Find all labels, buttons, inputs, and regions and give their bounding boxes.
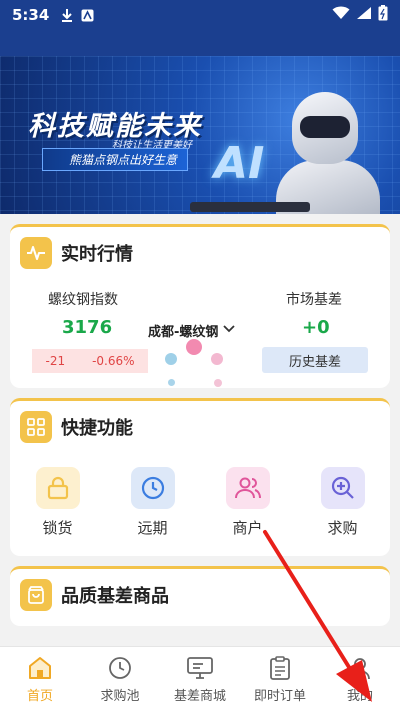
battery-icon	[378, 5, 388, 25]
change-pct: -0.66%	[92, 354, 135, 368]
download-icon	[61, 8, 73, 22]
bottom-tab-bar: 首页 求购池 基差商城 即时订单 我的	[0, 646, 400, 710]
shopping-bag-icon	[20, 579, 52, 611]
tab-label: 基差商城	[173, 689, 226, 704]
users-icon	[225, 467, 270, 509]
wifi-icon	[332, 6, 350, 24]
index-change: -21 -0.66%	[32, 349, 148, 373]
user-icon	[348, 655, 372, 681]
loading-dot	[214, 379, 222, 387]
clock-icon	[130, 467, 175, 509]
loading-dot	[186, 339, 202, 355]
app-notification-icon	[81, 9, 94, 22]
quality-title: 品质基差商品	[61, 586, 169, 607]
basis-value: +0	[302, 317, 330, 338]
tab-purchase-pool[interactable]: 求购池	[80, 647, 160, 710]
quick-item-merchants[interactable]: 商户	[200, 467, 295, 538]
index-value: 3176	[62, 317, 113, 338]
loading-dot	[165, 353, 177, 365]
quick-item-forward[interactable]: 远期	[105, 467, 200, 538]
clipboard-icon	[269, 655, 291, 681]
basis-label: 市场基差	[286, 292, 342, 308]
quick-item-lock[interactable]: 锁货	[10, 467, 105, 538]
market-card: 实时行情 螺纹钢指数 3176 -21 -0.66% 成都-螺纹钢 市场基差 +…	[10, 224, 390, 388]
quick-item-label: 商户	[232, 519, 263, 537]
quality-basis-card[interactable]: 品质基差商品	[10, 566, 390, 626]
lock-icon	[35, 467, 80, 509]
tab-instant-orders[interactable]: 即时订单	[240, 647, 320, 710]
search-plus-icon	[320, 467, 365, 509]
home-icon	[28, 655, 52, 681]
tab-label: 首页	[26, 689, 53, 704]
clock-icon	[108, 655, 132, 681]
index-label: 螺纹钢指数	[48, 292, 118, 308]
history-basis-button[interactable]: 历史基差	[262, 347, 368, 373]
tab-basis-mall[interactable]: 基差商城	[160, 647, 240, 710]
market-title: 实时行情	[61, 244, 133, 265]
city-selector[interactable]: 成都-螺纹钢	[148, 321, 236, 340]
tab-label: 求购池	[100, 689, 140, 704]
promo-banner[interactable]: 科技赋能未来 科技让生活更美好 熊猫点钢点出好生意 AI	[0, 56, 400, 214]
tab-mine[interactable]: 我的	[320, 647, 400, 710]
quick-item-purchase[interactable]: 求购	[295, 467, 390, 538]
quick-item-label: 求购	[327, 519, 358, 537]
banner-tagline: 熊猫点钢点出好生意	[42, 148, 189, 171]
change-abs: -21	[45, 354, 66, 368]
tab-home[interactable]: 首页	[0, 647, 80, 710]
banner-ai-text: AI	[214, 138, 265, 189]
monitor-icon	[187, 655, 213, 681]
chevron-down-icon	[222, 323, 236, 338]
tab-label: 即时订单	[253, 689, 306, 704]
header-strip	[0, 30, 400, 56]
quick-item-label: 锁货	[42, 519, 73, 537]
city-select-label: 成都-螺纹钢	[148, 325, 219, 340]
loading-dot	[168, 379, 175, 386]
signal-icon	[356, 6, 372, 24]
grid-icon	[20, 411, 52, 443]
loading-dot	[211, 353, 223, 365]
status-time: 5:34	[12, 6, 50, 24]
quick-item-label: 远期	[137, 519, 168, 537]
quick-title: 快捷功能	[61, 418, 133, 439]
tab-label: 我的	[346, 689, 373, 704]
status-bar: 5:34	[0, 0, 400, 30]
quick-functions-card: 快捷功能 锁货 远期 商户 求购	[10, 398, 390, 556]
pulse-icon	[20, 237, 52, 269]
